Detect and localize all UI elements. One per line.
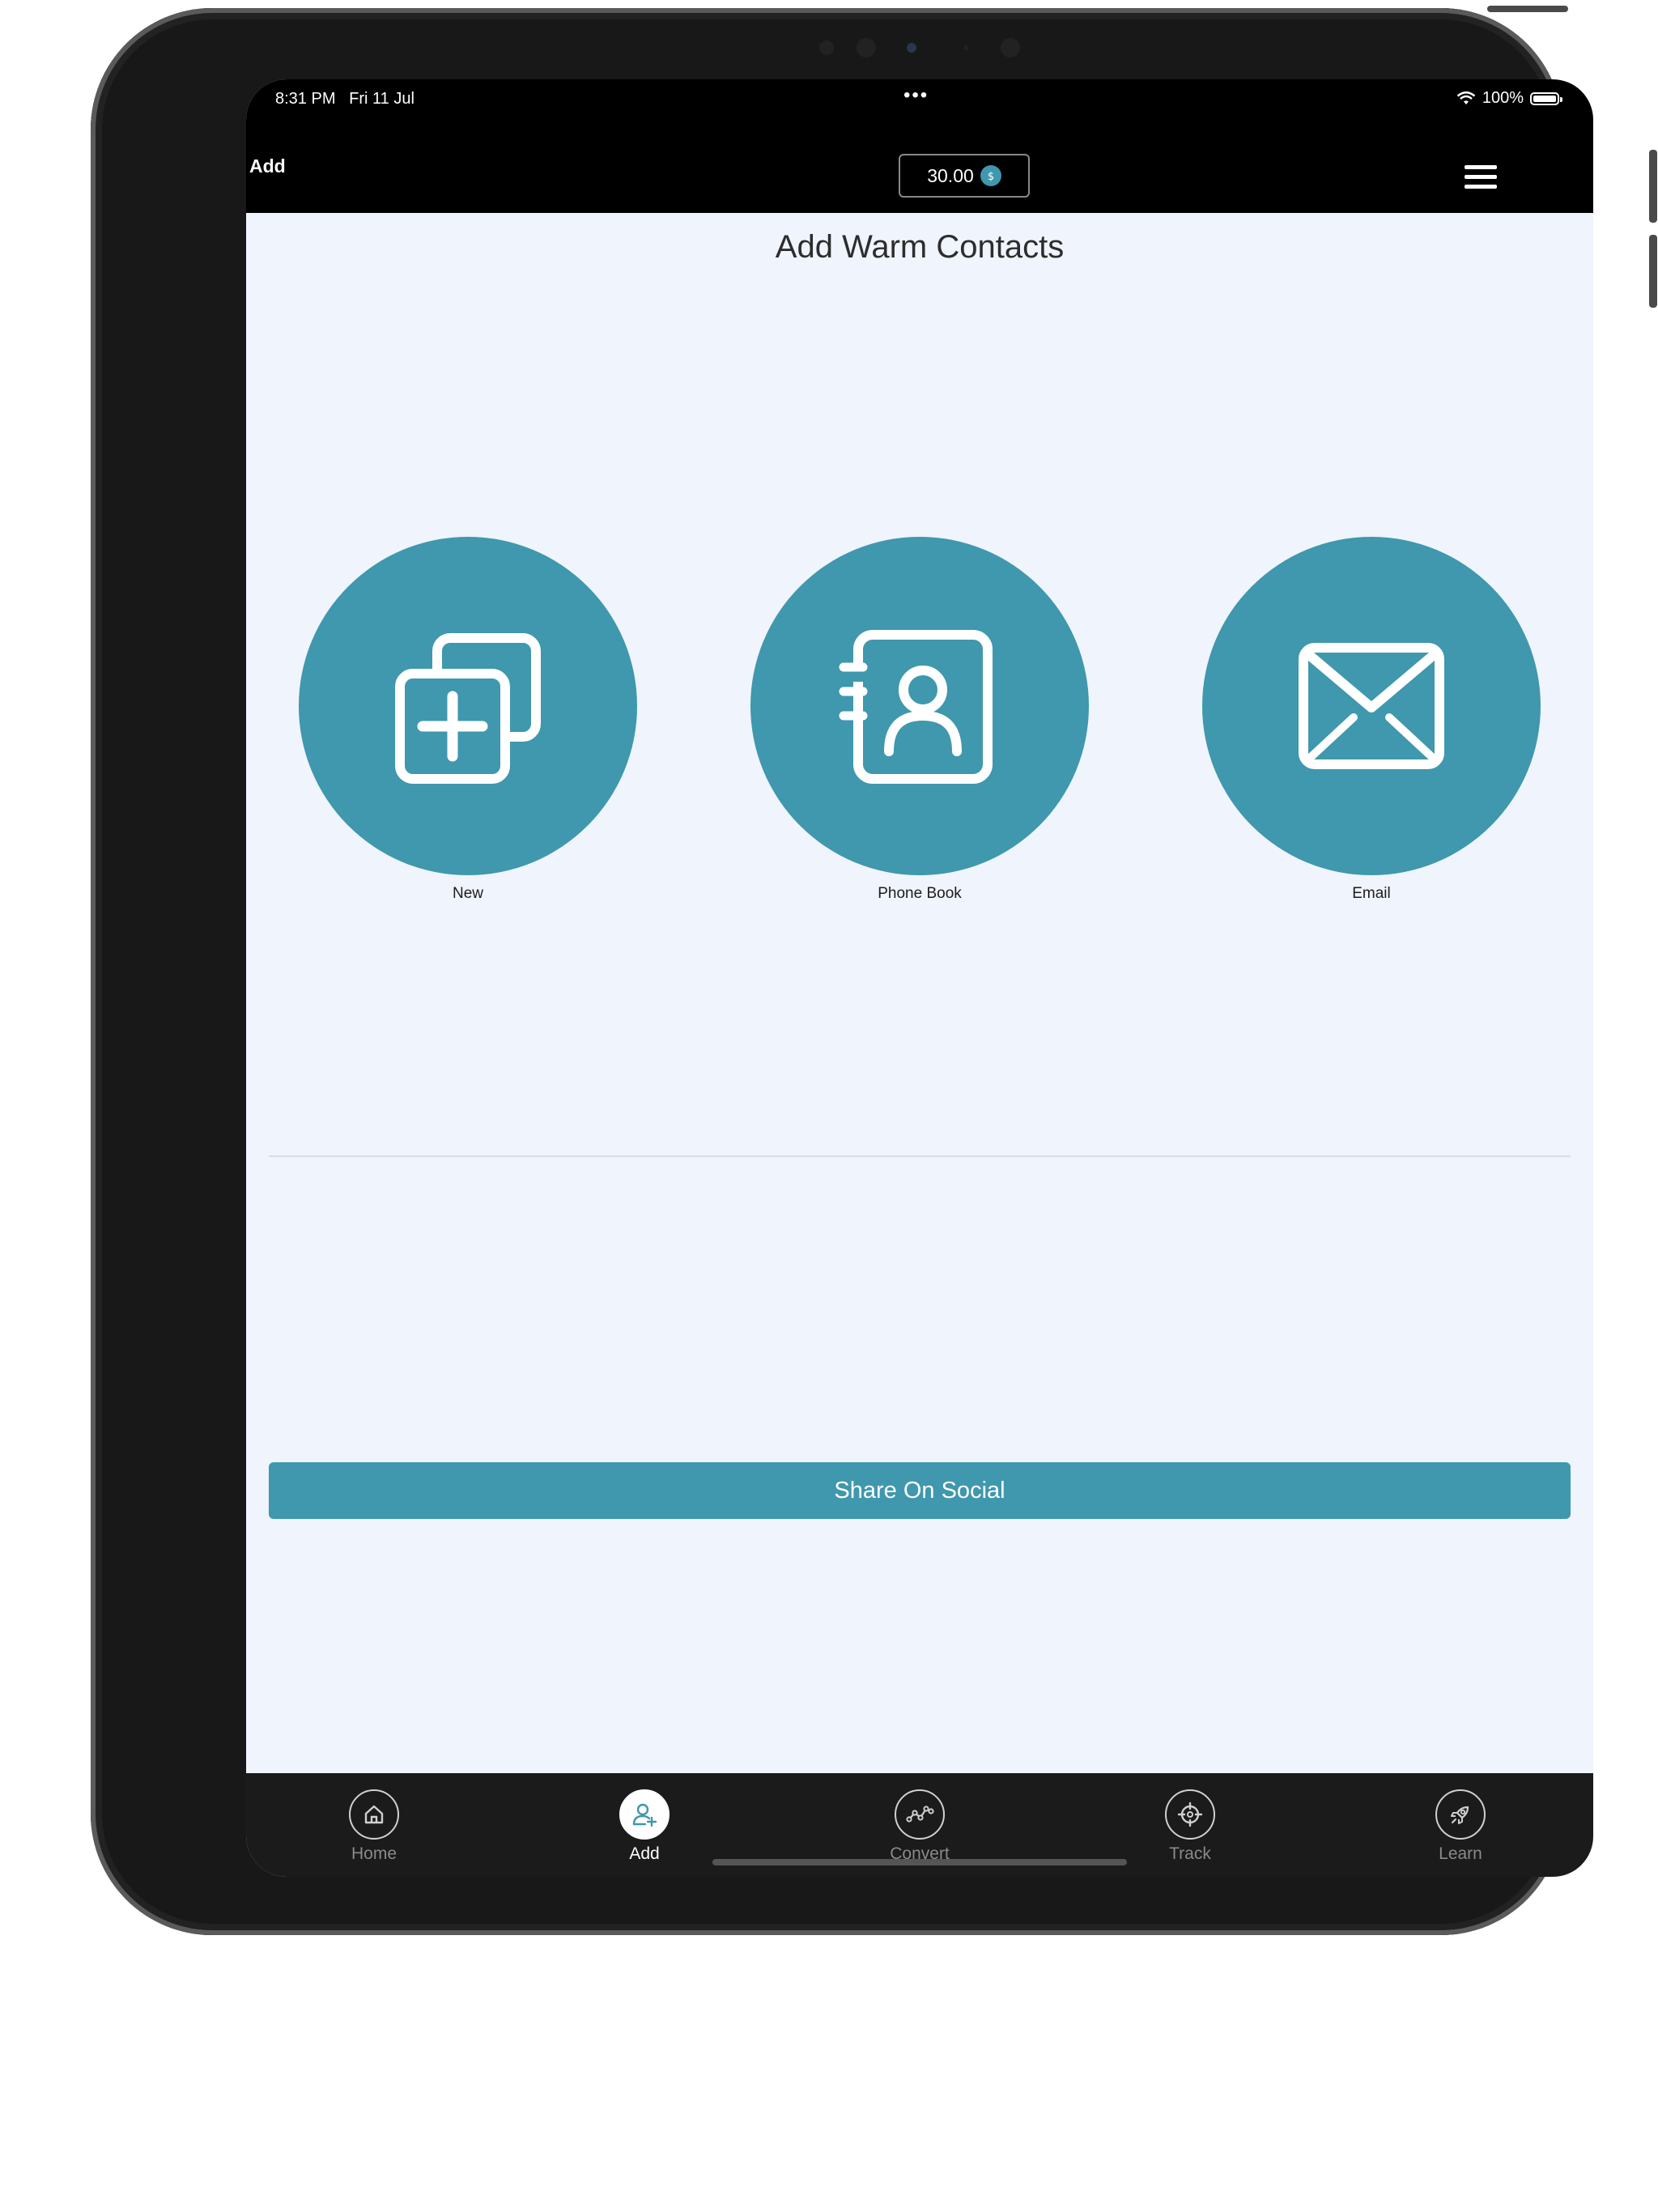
battery-percentage: 100% bbox=[1482, 89, 1524, 107]
tab-learn[interactable]: Learn bbox=[1412, 1789, 1509, 1864]
hamburger-menu-icon[interactable] bbox=[1465, 165, 1497, 189]
section-divider bbox=[269, 1155, 1571, 1157]
action-label: Phone Book bbox=[878, 885, 962, 902]
home-indicator[interactable] bbox=[712, 1859, 1127, 1865]
volume-up-button bbox=[1649, 150, 1657, 223]
share-on-social-button[interactable]: Share On Social bbox=[269, 1462, 1571, 1519]
new-contact-button[interactable] bbox=[299, 537, 637, 875]
battery-icon bbox=[1530, 91, 1562, 105]
credits-balance-button[interactable]: 30.00 $ bbox=[899, 154, 1030, 198]
tab-track[interactable]: Track bbox=[1141, 1789, 1239, 1864]
power-button bbox=[1487, 6, 1568, 12]
tab-convert[interactable]: Convert bbox=[871, 1789, 968, 1864]
phone-book-button[interactable] bbox=[750, 537, 1089, 875]
credits-amount: 30.00 bbox=[927, 164, 974, 186]
tab-label: Track bbox=[1169, 1844, 1211, 1863]
convert-chart-icon bbox=[895, 1789, 945, 1840]
email-button[interactable] bbox=[1202, 537, 1541, 875]
action-label: New bbox=[452, 885, 483, 902]
tab-label: Add bbox=[629, 1844, 660, 1863]
ipad-device-frame: 8:31 PM Fri 11 Jul ••• 100% Add 30.00 $ … bbox=[91, 6, 1657, 1935]
coin-icon: $ bbox=[980, 165, 1001, 186]
svg-text:$: $ bbox=[988, 171, 994, 183]
nav-title: Add bbox=[249, 155, 286, 177]
home-icon bbox=[349, 1789, 399, 1840]
address-book-icon bbox=[839, 630, 993, 784]
status-indicators: 100% bbox=[1456, 89, 1562, 108]
multitasking-dots-icon[interactable]: ••• bbox=[903, 84, 929, 107]
page-title: Add Warm Contacts bbox=[775, 229, 1065, 265]
app-screen: 8:31 PM Fri 11 Jul ••• 100% Add 30.00 $ … bbox=[246, 79, 1593, 1877]
action-label: Email bbox=[1352, 885, 1391, 902]
front-camera-array bbox=[811, 36, 1030, 60]
action-phone-book[interactable]: Phone Book bbox=[750, 537, 1089, 903]
volume-down-button bbox=[1649, 235, 1657, 308]
add-duplicate-icon bbox=[395, 633, 541, 784]
action-email[interactable]: Email bbox=[1202, 537, 1541, 903]
envelope-icon bbox=[1299, 643, 1444, 769]
tab-label: Learn bbox=[1439, 1844, 1482, 1863]
add-user-icon bbox=[619, 1789, 670, 1840]
tab-add[interactable]: Add bbox=[596, 1789, 693, 1864]
rocket-icon bbox=[1435, 1789, 1486, 1840]
tab-home[interactable]: Home bbox=[325, 1789, 423, 1864]
wifi-icon bbox=[1456, 91, 1476, 104]
top-navigation-bar: Add 30.00 $ bbox=[246, 120, 1593, 213]
status-bar: 8:31 PM Fri 11 Jul ••• 100% bbox=[246, 79, 1593, 120]
target-crosshair-icon bbox=[1165, 1789, 1215, 1840]
action-new[interactable]: New bbox=[299, 537, 637, 903]
status-time: 8:31 PM Fri 11 Jul bbox=[275, 90, 414, 108]
tab-label: Home bbox=[351, 1844, 397, 1863]
